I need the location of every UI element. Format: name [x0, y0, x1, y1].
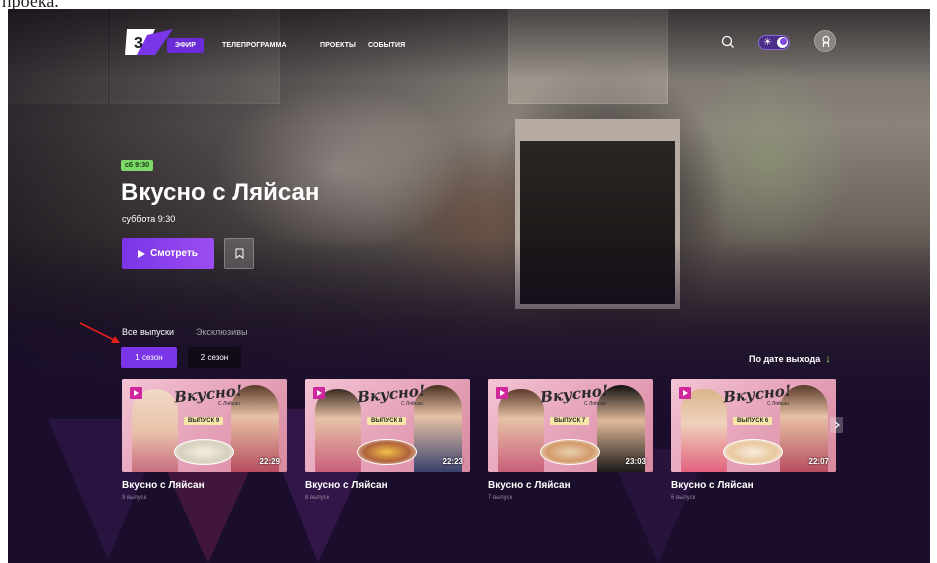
episode-thumbnail[interactable]: Вкусно! С Ляйсан ВЫПУСК 7 23:03 [488, 379, 653, 472]
episode-number: 6 выпуск [671, 495, 696, 501]
cropped-caption-text: проека. [2, 0, 59, 9]
air-time-badge: сб 9:30 [121, 160, 154, 171]
episode-duration: 22:23 [442, 457, 463, 466]
user-profile-button[interactable] [814, 30, 836, 52]
nav-item-projects[interactable]: ПРОЕКТЫ [312, 38, 364, 53]
thumbnail-episode-badge: ВЫПУСК 6 [733, 417, 773, 425]
episode-number: 8 выпуск [305, 495, 330, 501]
play-badge-icon [130, 387, 142, 399]
watch-button[interactable]: Смотреть [122, 238, 214, 269]
play-icon [138, 249, 146, 258]
thumbnail-subtitle: С Ляйсан [401, 401, 423, 407]
carousel-next-button[interactable] [830, 417, 843, 433]
episode-title[interactable]: Вкусно с Ляйсан [305, 480, 470, 491]
annotation-arrow-icon [79, 322, 120, 343]
thumbnail-episode-badge: ВЫПУСК 7 [550, 417, 590, 425]
nav-item-air[interactable]: ЭФИР [167, 38, 204, 53]
bookmark-icon [235, 248, 243, 259]
episode-card[interactable]: Вкусно! С Ляйсан ВЫПУСК 8 22:23 Вкусно с… [305, 379, 470, 501]
nav-item-schedule[interactable]: ТЕЛЕПРОГРАММА [214, 38, 295, 53]
svg-text:3: 3 [134, 35, 143, 52]
episode-duration: 22:07 [808, 457, 829, 466]
bookmark-button[interactable] [224, 238, 254, 269]
cropped-caption: проека. [0, 0, 937, 9]
episode-card[interactable]: Вкусно! С Ляйсан ВЫПУСК 6 22:07 Вкусно с… [671, 379, 836, 501]
episode-number: 9 выпуск [122, 495, 147, 501]
sort-dropdown[interactable]: По дате выхода ↓ [749, 353, 831, 365]
tab-exclusives[interactable]: Эксклюзивы [196, 327, 247, 337]
user-icon [822, 35, 830, 47]
play-badge-icon [496, 387, 508, 399]
episode-title[interactable]: Вкусно с Ляйсан [488, 480, 653, 491]
chevron-right-icon [834, 421, 840, 429]
arrow-down-icon: ↓ [825, 353, 831, 365]
show-schedule: суббота 9:30 [122, 214, 176, 224]
sort-label: По дате выхода [749, 354, 821, 364]
tab-all-episodes[interactable]: Все выпуски [122, 327, 174, 337]
thumbnail-episode-badge: ВЫПУСК 8 [367, 417, 407, 425]
play-badge-icon [313, 387, 325, 399]
top-nav: 3 ЭФИР ТЕЛЕПРОГРАММА ПРОЕКТЫ СОБЫТИЯ ☀ [8, 9, 930, 79]
theme-toggle[interactable]: ☀ [758, 35, 790, 50]
episode-card[interactable]: Вкусно! С Ляйсан ВЫПУСК 7 23:03 Вкусно с… [488, 379, 653, 501]
season-2-button[interactable]: 2 сезон [188, 347, 241, 368]
moon-icon [777, 37, 788, 48]
episode-title[interactable]: Вкусно с Ляйсан [671, 480, 836, 491]
episode-thumbnail[interactable]: Вкусно! С Ляйсан ВЫПУСК 9 22:29 [122, 379, 287, 472]
app-window: 3 ЭФИР ТЕЛЕПРОГРАММА ПРОЕКТЫ СОБЫТИЯ ☀ с… [8, 9, 930, 563]
episode-duration: 23:03 [625, 457, 646, 466]
search-icon[interactable] [719, 33, 737, 51]
sun-icon: ☀ [763, 37, 772, 48]
watch-button-label: Смотреть [150, 248, 198, 259]
episode-duration: 22:29 [259, 457, 280, 466]
logo-3-channel[interactable]: 3 [125, 27, 173, 57]
thumbnail-subtitle: С Ляйсан [584, 401, 606, 407]
nav-item-events[interactable]: СОБЫТИЯ [360, 38, 413, 53]
episode-number: 7 выпуск [488, 495, 513, 501]
episode-card[interactable]: Вкусно! С Ляйсан ВЫПУСК 9 22:29 Вкусно с… [122, 379, 287, 501]
season-1-button[interactable]: 1 сезон [121, 347, 177, 368]
episode-thumbnail[interactable]: Вкусно! С Ляйсан ВЫПУСК 8 22:23 [305, 379, 470, 472]
thumbnail-subtitle: С Ляйсан [767, 401, 789, 407]
episode-title[interactable]: Вкусно с Ляйсан [122, 480, 287, 491]
episode-thumbnail[interactable]: Вкусно! С Ляйсан ВЫПУСК 6 22:07 [671, 379, 836, 472]
thumbnail-subtitle: С Ляйсан [218, 401, 240, 407]
play-badge-icon [679, 387, 691, 399]
thumbnail-episode-badge: ВЫПУСК 9 [184, 417, 224, 425]
show-title: Вкусно с Ляйсан [121, 179, 320, 206]
